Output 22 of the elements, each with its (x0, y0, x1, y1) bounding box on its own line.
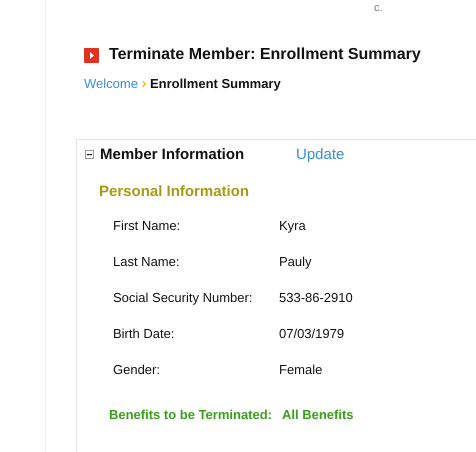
benefits-value: All Benefits (282, 407, 354, 422)
field-value: 533-86-2910 (279, 290, 353, 305)
field-value: Kyra (279, 218, 306, 233)
field-label: Last Name: (113, 254, 180, 269)
update-link[interactable]: Update (296, 146, 344, 163)
subsection-title: Personal Information (99, 183, 250, 200)
section-title: Member Information (100, 146, 246, 163)
field-label: Birth Date: (113, 326, 176, 341)
breadcrumb-link[interactable]: Welcome (84, 76, 138, 91)
benefits-label: Benefits to be Terminated: (109, 407, 272, 422)
breadcrumb-current: Enrollment Summary (150, 76, 281, 91)
field-value: Pauly (279, 254, 312, 269)
chevron-icon (142, 80, 146, 88)
field-label: First Name: (113, 218, 182, 233)
field-label: Gender: (113, 362, 161, 377)
field-label: Social Security Number: (113, 290, 254, 305)
field-value: Female (279, 362, 322, 377)
collapse-icon[interactable] (85, 150, 94, 159)
page-fragment-text: c. (373, 1, 384, 16)
play-icon (84, 48, 99, 62)
page-title: Terminate Member: Enrollment Summary (109, 46, 421, 64)
field-value: 07/03/1979 (279, 326, 344, 341)
